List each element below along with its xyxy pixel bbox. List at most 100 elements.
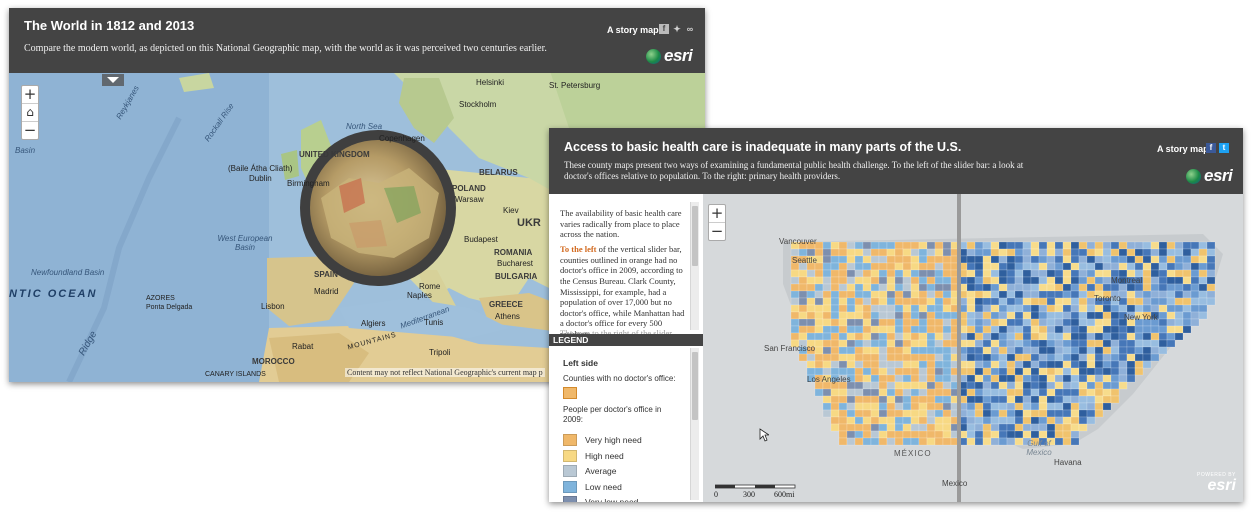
county-cell [1126, 262, 1136, 271]
county-cell [1062, 276, 1072, 285]
link-icon[interactable]: ∞ [685, 24, 695, 34]
county-cell [966, 388, 976, 397]
county-cell [1094, 325, 1104, 334]
legend-header[interactable]: LEGEND [549, 334, 703, 346]
county-cell [918, 269, 928, 278]
county-cell [998, 339, 1008, 348]
county-cell [1102, 353, 1112, 362]
legend-label: Average [585, 466, 617, 476]
county-cell [902, 339, 912, 348]
county-cell [982, 255, 992, 264]
county-cell [870, 325, 880, 334]
county-cell [1142, 332, 1152, 341]
county-cell [862, 255, 872, 264]
label-san-francisco: San Francisco [764, 344, 816, 353]
county-cell [1094, 346, 1104, 355]
county-cell [918, 318, 928, 327]
county-cell [806, 248, 816, 257]
county-cell [1022, 346, 1032, 355]
panel-paragraph-2: To the left of the vertical slider bar, … [560, 244, 688, 340]
county-cell [1158, 255, 1168, 264]
county-cell [1094, 353, 1104, 362]
county-cell [1086, 339, 1096, 348]
label-st-petersburg: St. Petersburg [549, 81, 601, 90]
county-cell [830, 423, 840, 432]
county-cell [1054, 388, 1064, 397]
county-cell [1110, 381, 1120, 390]
county-cell [806, 297, 816, 306]
county-cell [990, 241, 1000, 250]
county-cell [878, 395, 888, 404]
county-cell [1054, 241, 1064, 250]
zoom-in-button[interactable]: + [709, 205, 725, 223]
county-cell [1126, 332, 1136, 341]
county-cell [1030, 388, 1040, 397]
county-cell [1166, 255, 1176, 264]
county-cell [1038, 353, 1048, 362]
county-cell [862, 248, 872, 257]
county-cell [934, 388, 944, 397]
facebook-icon[interactable]: f [659, 24, 669, 34]
county-cell [1014, 311, 1024, 320]
county-cell [1142, 346, 1152, 355]
county-cell [910, 332, 920, 341]
county-cell [1022, 311, 1032, 320]
esri-logo[interactable]: esri [646, 46, 693, 66]
panel-scrollbar-thumb[interactable] [692, 206, 698, 266]
twitter-icon[interactable]: t [1219, 143, 1229, 153]
county-cell [1030, 283, 1040, 292]
label-lisbon: Lisbon [261, 302, 285, 311]
legend-scrollbar[interactable] [690, 348, 699, 500]
county-cell [878, 381, 888, 390]
facebook-icon[interactable]: f [1206, 143, 1216, 153]
county-cell [1054, 374, 1064, 383]
zoom-out-button[interactable]: − [22, 122, 38, 139]
county-cell [1150, 346, 1160, 355]
county-cell [998, 332, 1008, 341]
county-cell [878, 374, 888, 383]
county-cell [1206, 248, 1216, 257]
county-cell [1014, 360, 1024, 369]
county-cell [1070, 297, 1080, 306]
legend-item: Very low need [563, 496, 638, 502]
county-cell [918, 353, 928, 362]
toggle-panel-arrow-icon[interactable] [102, 74, 124, 86]
county-cell [1054, 339, 1064, 348]
county-cell [814, 360, 824, 369]
legend-scrollbar-thumb[interactable] [692, 352, 698, 420]
page-title: Access to basic health care is inadequat… [564, 140, 962, 154]
esri-logo[interactable]: esri [1186, 166, 1233, 186]
county-cell [1110, 353, 1120, 362]
zoom-in-button[interactable]: + [22, 86, 38, 104]
county-cell [1070, 381, 1080, 390]
county-cell [974, 297, 984, 306]
label-baile: (Baile Átha Cliath) [228, 164, 293, 173]
county-cell [862, 290, 872, 299]
powered-by-esri-logo[interactable]: POWERED BY esri [1197, 472, 1236, 494]
county-cell [846, 255, 856, 264]
county-cell [862, 276, 872, 285]
panel-scrollbar[interactable] [690, 202, 699, 330]
county-cell [1030, 416, 1040, 425]
county-cell [854, 395, 864, 404]
county-cell [974, 311, 984, 320]
county-cell [1190, 255, 1200, 264]
county-cell [1094, 402, 1104, 411]
legend-section-title: Left side [563, 358, 598, 368]
county-cell [1054, 367, 1064, 376]
zoom-out-button[interactable]: − [709, 223, 725, 240]
county-cell [830, 311, 840, 320]
county-cell [1030, 395, 1040, 404]
home-button[interactable]: ⌂ [22, 104, 38, 122]
county-cell [998, 409, 1008, 418]
county-cell [942, 346, 952, 355]
esri-globe-icon [1186, 168, 1201, 184]
swipe-slider-bar[interactable] [957, 194, 961, 502]
twitter-icon[interactable]: ✦ [672, 24, 682, 34]
county-cell [790, 318, 800, 327]
county-cell [926, 262, 936, 271]
county-cell [998, 318, 1008, 327]
county-cell [1078, 367, 1088, 376]
county-cell [1094, 304, 1104, 313]
county-cell [1070, 241, 1080, 250]
